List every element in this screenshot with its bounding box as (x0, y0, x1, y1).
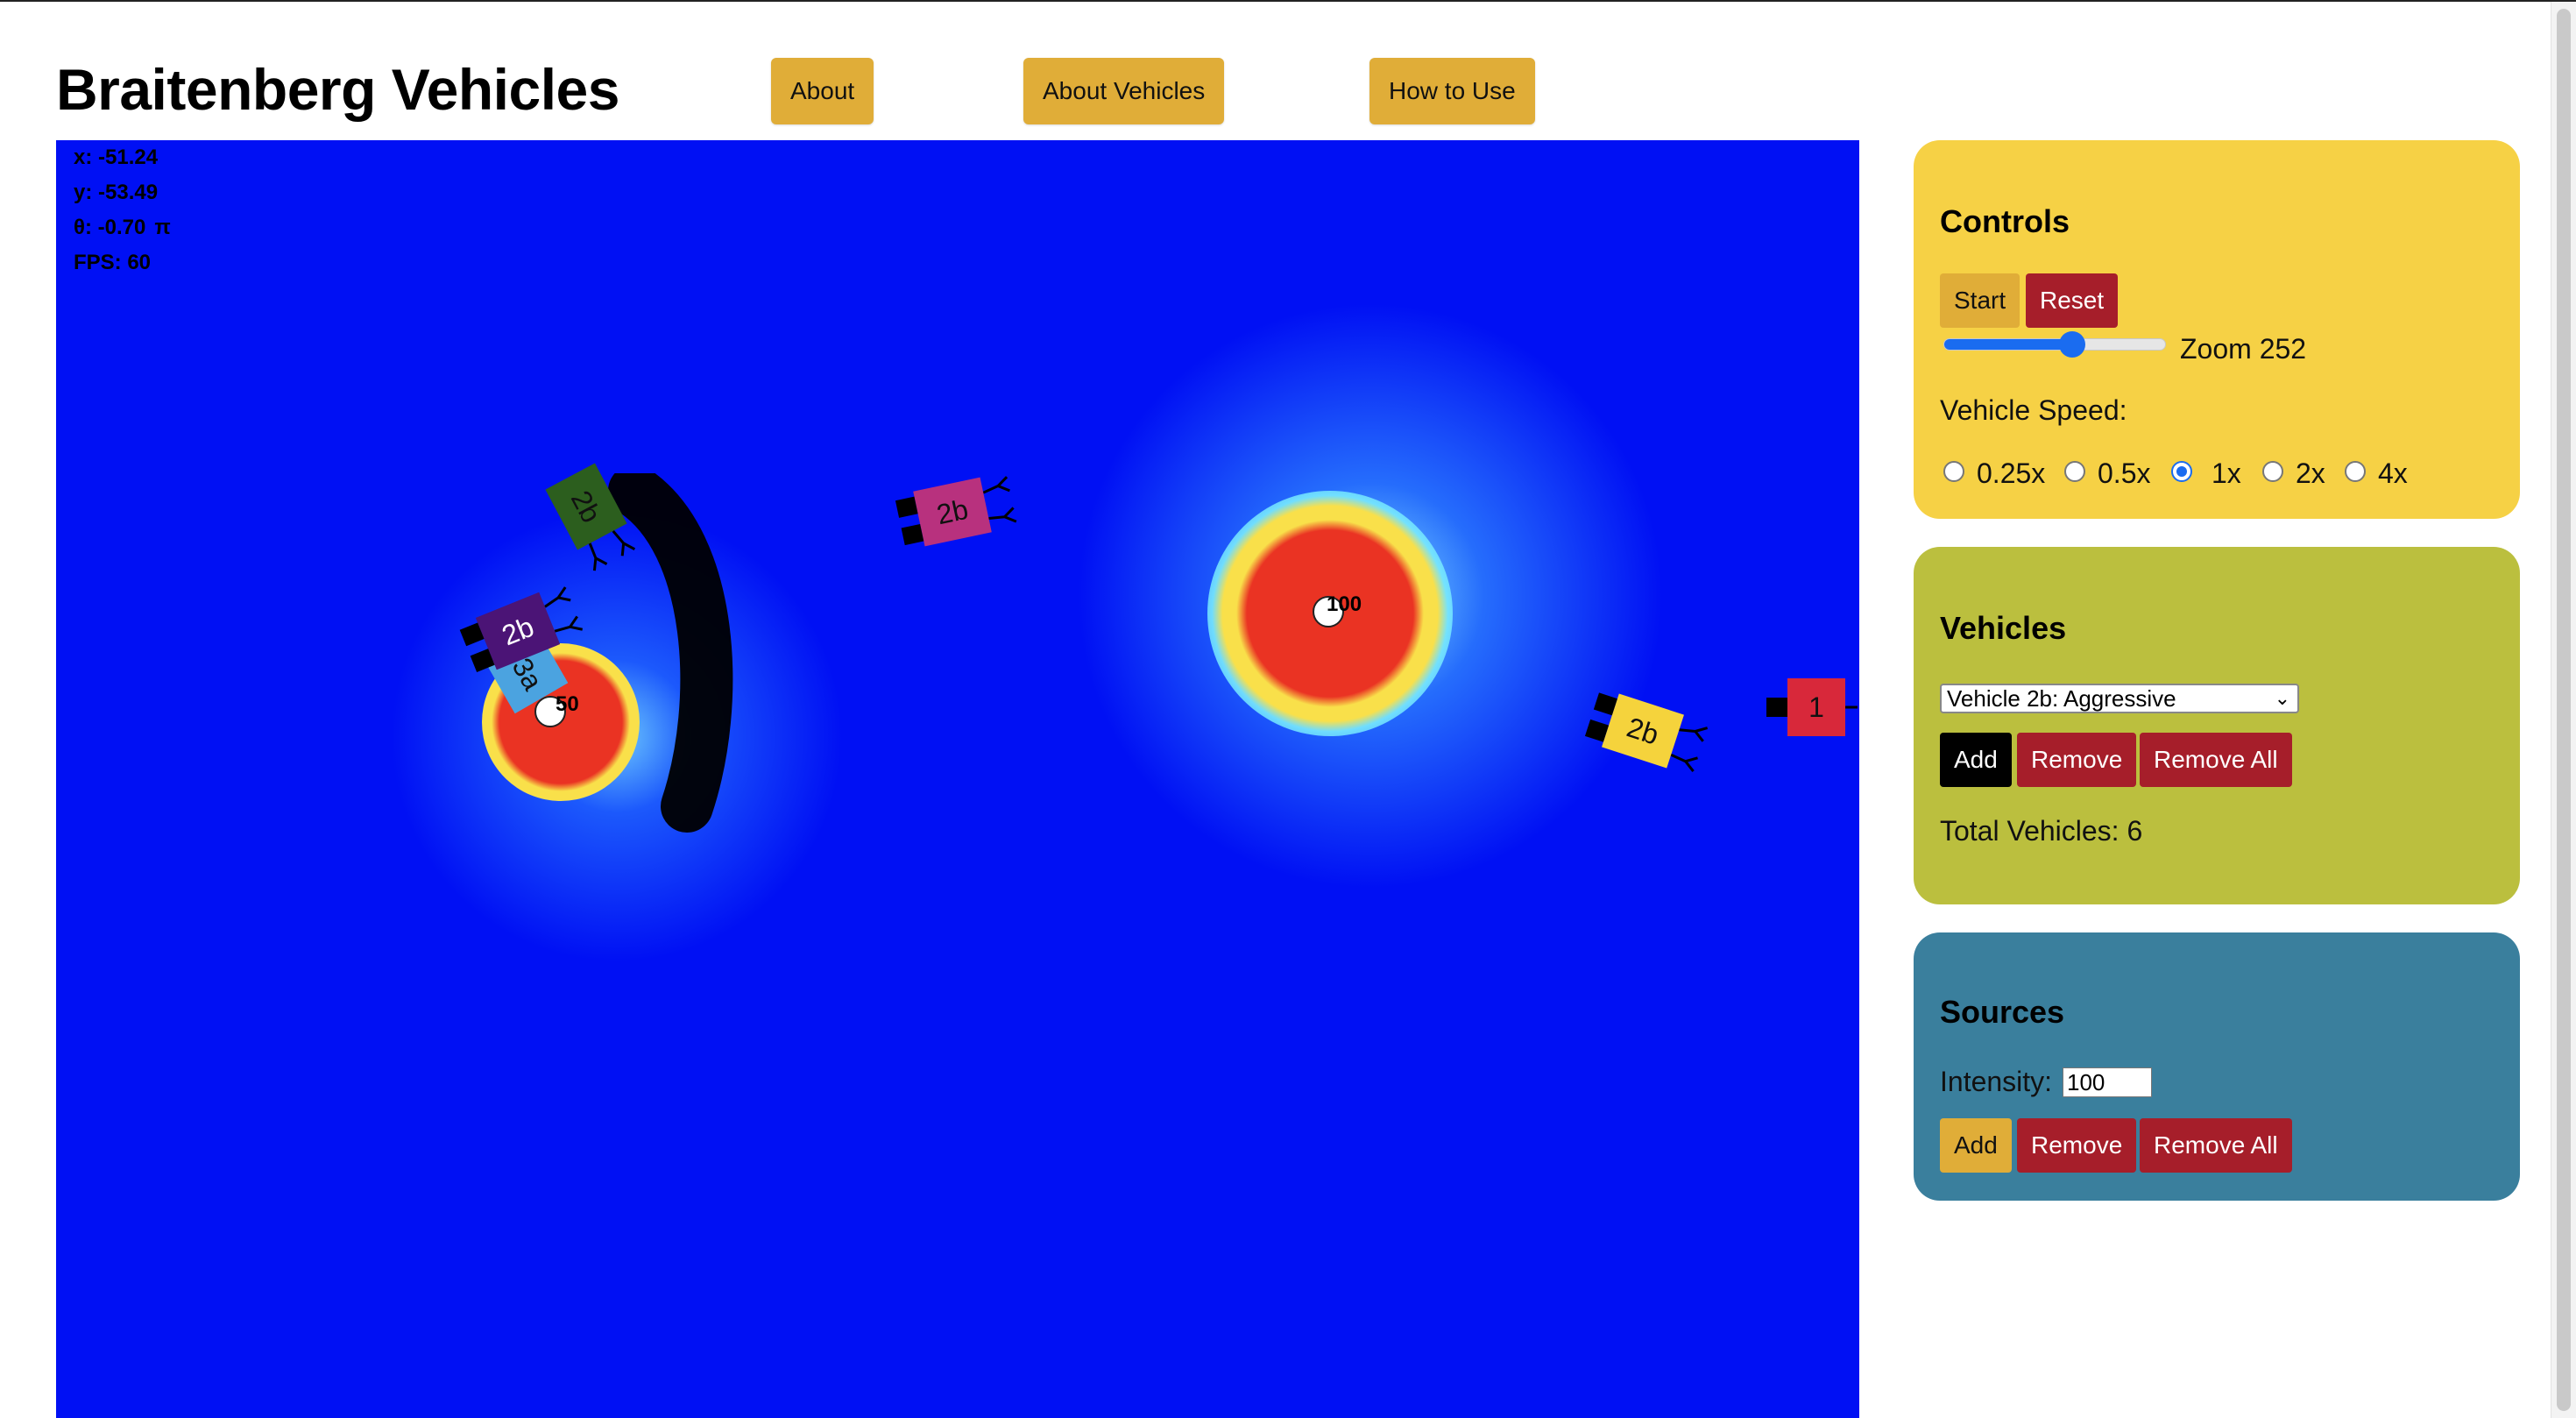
add-source-button[interactable]: Add (1940, 1118, 2012, 1173)
total-vehicles-label: Total Vehicles: 6 (1940, 815, 2143, 847)
sources-heading: Sources (1940, 994, 2065, 1030)
controls-panel: Controls Start Reset Zoom 252 Vehicle Sp… (1914, 140, 2520, 519)
page-title: Braitenberg Vehicles (56, 57, 619, 122)
zoom-label: Zoom 252 (2180, 333, 2307, 365)
hud-x: x: -51.24 (74, 145, 159, 169)
hud-fps: FPS: 60 (74, 251, 152, 274)
about-button[interactable]: About (771, 58, 874, 124)
vehicle-body: 2b (913, 477, 992, 547)
vehicle[interactable]: 2b (895, 476, 1017, 547)
hud-y: y: -53.49 (74, 181, 159, 204)
wheel (901, 523, 924, 546)
speed-option-label: 0.25x (1977, 457, 2046, 489)
remove-source-button[interactable]: Remove (2017, 1118, 2137, 1173)
hud-theta: θ: -0.70 (74, 216, 146, 239)
sensor-icon (1845, 699, 1859, 715)
speed-radio-0.5x[interactable] (2064, 461, 2085, 482)
vehicle-type-selected: Vehicle 2b: Aggressive (1947, 685, 2176, 712)
vehicle-body: 1 (1787, 678, 1845, 736)
remove-all-sources-button[interactable]: Remove All (2140, 1118, 2292, 1173)
vehicle-speed-label: Vehicle Speed: (1940, 394, 2127, 426)
speed-radio-4x[interactable] (2345, 461, 2366, 482)
speed-option-label: 0.5x (2098, 457, 2151, 489)
vehicle[interactable]: 1 (1766, 678, 1858, 736)
zoom-slider-thumb[interactable] (2059, 331, 2086, 358)
vehicles-heading: Vehicles (1940, 610, 2067, 646)
page-scrollbar[interactable] (2551, 2, 2576, 1418)
remove-vehicle-button[interactable]: Remove (2017, 733, 2137, 787)
sources-panel: Sources Intensity: 100 Add Remove Remove… (1914, 932, 2520, 1201)
zoom-slider[interactable] (1943, 338, 2166, 351)
remove-all-vehicles-button[interactable]: Remove All (2140, 733, 2292, 787)
reset-button[interactable]: Reset (2026, 273, 2119, 328)
source-intensity-label: 100 (1327, 592, 1362, 616)
how-to-use-button[interactable]: How to Use (1369, 58, 1535, 124)
vehicles-panel: Vehicles Vehicle 2b: Aggressive ⌄ Add Re… (1914, 547, 2520, 904)
wheel (895, 496, 918, 518)
chevron-down-icon: ⌄ (2274, 687, 2290, 709)
simulation-canvas[interactable]: 50 100 x: -51.24 y: -53.49 θ: -0.70 π FPS… (56, 140, 1859, 1418)
speed-option-label: 4x (2378, 457, 2408, 489)
light-source[interactable]: 100 (1207, 491, 1453, 736)
vehicle-type-select[interactable]: Vehicle 2b: Aggressive ⌄ (1940, 684, 2299, 713)
speed-radio-0.25x[interactable] (1943, 461, 1964, 482)
about-vehicles-button[interactable]: About Vehicles (1023, 58, 1225, 124)
hud-theta-unit: π (154, 216, 171, 239)
window-top-border (0, 0, 2576, 2)
start-button[interactable]: Start (1940, 273, 2020, 328)
hud-readout: x: -51.24 y: -53.49 θ: -0.70 π FPS: 60 (74, 140, 171, 280)
wheel (1766, 698, 1787, 717)
scrollbar-thumb[interactable] (2557, 9, 2571, 1411)
speed-option-label: 1x (2212, 457, 2241, 489)
intensity-input[interactable]: 100 (2063, 1067, 2152, 1097)
speed-radio-2x[interactable] (2262, 461, 2283, 482)
controls-heading: Controls (1940, 203, 2070, 239)
intensity-label: Intensity: (1940, 1066, 2053, 1097)
add-vehicle-button[interactable]: Add (1940, 733, 2012, 787)
speed-option-label: 2x (2296, 457, 2325, 489)
speed-radio-1x[interactable] (2171, 461, 2192, 482)
zoom-slider-fill (1944, 339, 2073, 350)
